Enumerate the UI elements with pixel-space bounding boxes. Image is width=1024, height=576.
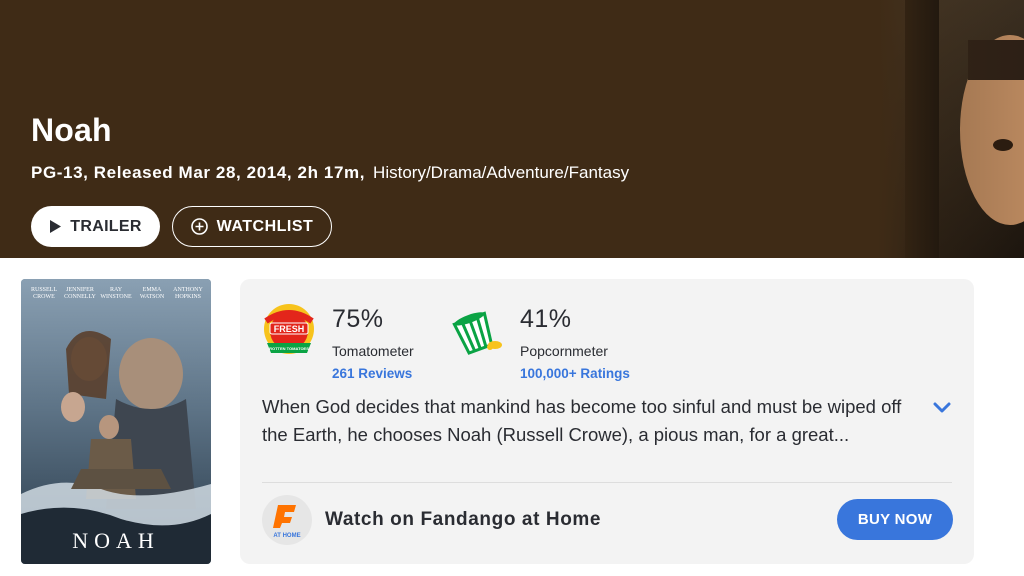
certified-fresh-icon: FRESH ROTTEN TOMATOES bbox=[262, 301, 316, 364]
buy-now-button[interactable]: BUY NOW bbox=[837, 499, 953, 540]
fandango-at-home-logo: AT HOME bbox=[262, 495, 312, 545]
hero-banner: Noah PG-13, Released Mar 28, 2014, 2h 17… bbox=[0, 0, 1024, 258]
chevron-down-icon[interactable] bbox=[933, 401, 951, 419]
popcornmeter-text: 41% Popcornmeter 100,000+ Ratings bbox=[520, 301, 690, 381]
play-icon bbox=[49, 219, 62, 234]
svg-text:AT HOME: AT HOME bbox=[273, 533, 300, 539]
popcornmeter-ratings-link[interactable]: 100,000+ Ratings bbox=[520, 366, 690, 381]
watchlist-label: WATCHLIST bbox=[216, 217, 314, 235]
poster-credit: ANTHONY HOPKINS bbox=[173, 287, 203, 300]
movie-synopsis: When God decides that mankind has become… bbox=[262, 396, 902, 445]
movie-info-card: FRESH ROTTEN TOMATOES 75% Tomatometer 26… bbox=[240, 279, 974, 564]
trailer-button[interactable]: TRAILER bbox=[31, 206, 160, 247]
svg-text:FRESH: FRESH bbox=[274, 324, 305, 334]
fandango-watch-label: Watch on Fandango at Home bbox=[325, 509, 602, 530]
poster-credits: RUSSELL CROWE JENNIFER CONNELLY RAY WINSTON… bbox=[27, 287, 205, 301]
poster-credit: JENNIFER CONNELLY bbox=[64, 287, 96, 300]
add-circle-icon bbox=[190, 218, 208, 235]
card-divider bbox=[262, 482, 952, 483]
popcornmeter-value: 41% bbox=[520, 305, 572, 333]
svg-text:ROTTEN TOMATOES: ROTTEN TOMATOES bbox=[269, 346, 309, 351]
poster-artwork bbox=[21, 279, 211, 564]
poster-credit: RUSSELL CROWE bbox=[30, 287, 57, 300]
movie-title: Noah bbox=[31, 112, 112, 148]
tomatometer-reviews-link[interactable]: 261 Reviews bbox=[332, 366, 502, 381]
popcornmeter-label: Popcornmeter bbox=[520, 343, 608, 359]
poster-credit: EMMA WATSON bbox=[139, 287, 165, 300]
spilled-popcorn-icon bbox=[450, 301, 504, 364]
poster-credit: RAY WINSTONE bbox=[100, 287, 132, 300]
movie-poster[interactable]: RUSSELL CROWE JENNIFER CONNELLY RAY WINSTON… bbox=[21, 279, 211, 564]
trailer-label: TRAILER bbox=[70, 217, 142, 235]
watchlist-button[interactable]: WATCHLIST bbox=[172, 206, 332, 247]
movie-meta: PG-13, Released Mar 28, 2014, 2h 17m, His… bbox=[31, 163, 629, 183]
movie-rating-release-runtime: PG-13, Released Mar 28, 2014, 2h 17m, bbox=[31, 163, 366, 182]
poster-title: NOAH bbox=[72, 528, 160, 553]
movie-genres: History/Drama/Adventure/Fantasy bbox=[373, 163, 630, 182]
